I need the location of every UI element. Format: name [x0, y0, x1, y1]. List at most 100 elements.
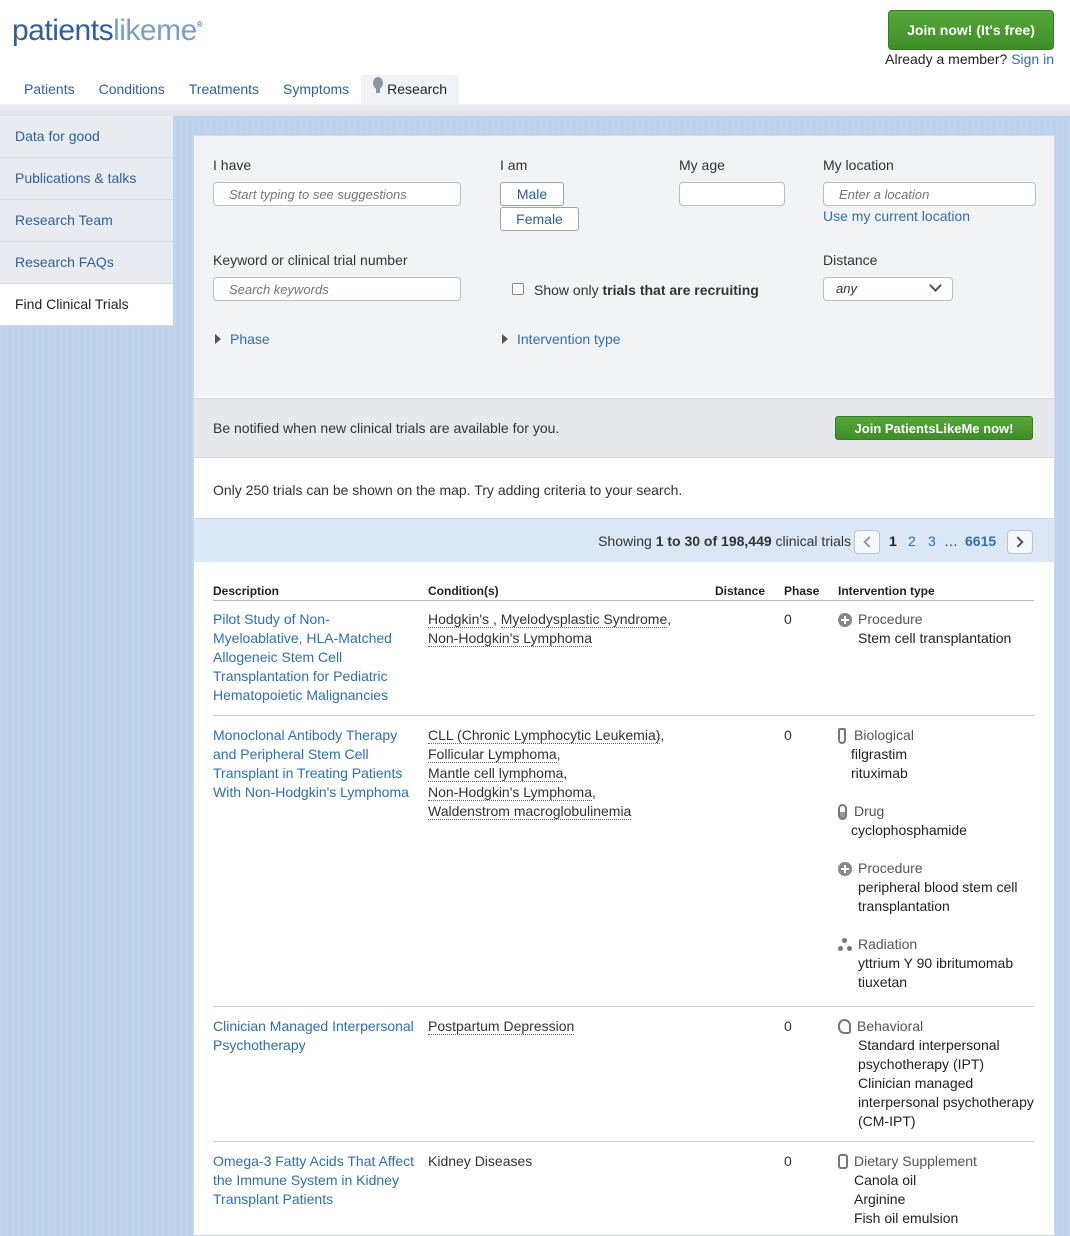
sidebar-item-research-team[interactable]: Research Team	[0, 200, 173, 242]
nav-underline	[0, 104, 1070, 116]
condition-link[interactable]: Follicular Lymphoma	[428, 746, 557, 763]
intervention-type: Dietary Supplement	[838, 1152, 1038, 1171]
keyword-input[interactable]	[213, 277, 461, 301]
member-prompt-text: Already a member?	[885, 51, 1008, 67]
condition-link[interactable]: Postpartum Depression	[428, 1018, 575, 1035]
results-count: Showing 1 to 30 of 198,449 clinical tria…	[598, 533, 851, 549]
trial-title-link[interactable]: Clinician Managed Interpersonal Psychoth…	[213, 1017, 418, 1055]
condition-link[interactable]: Myelodysplastic Syndrome	[500, 611, 668, 628]
intervention: Behavioral Standard interpersonal psycho…	[838, 1017, 1038, 1131]
notify-text: Be notified when new clinical trials are…	[213, 420, 560, 436]
intervention-name: Stem cell transplantation	[858, 630, 1012, 646]
intervention-name: rituximab	[851, 765, 908, 781]
recruiting-label-bold: trials that are recruiting	[602, 282, 759, 298]
radiation-icon	[838, 937, 852, 952]
join-patientslikeme-button[interactable]: Join PatientsLikeMe now!	[835, 416, 1033, 440]
next-page-button[interactable]	[1007, 530, 1033, 554]
site-header: patientslikeme® Join now! (It's free) Al…	[0, 0, 1070, 116]
search-filters: I have I am Male Female My age My locati…	[194, 136, 1054, 397]
condition-link[interactable]: Mantle cell lymphoma	[428, 765, 564, 782]
condition-link[interactable]: Hodgkin's	[428, 611, 493, 628]
chevron-left-icon	[863, 536, 875, 548]
sign-in-link[interactable]: Sign in	[1011, 51, 1054, 67]
table-row: Pilot Study of Non-Myeloablative, HLA-Ma…	[213, 610, 1034, 716]
intervention-type: Procedure	[838, 610, 1038, 629]
intervention-type-label: Procedure	[858, 611, 923, 627]
nav-treatments[interactable]: Treatments	[177, 75, 271, 105]
use-current-location-link[interactable]: Use my current location	[823, 208, 970, 224]
map-limit-note: Only 250 trials can be shown on the map.…	[213, 482, 683, 498]
recruiting-checkbox[interactable]	[512, 283, 524, 295]
intervention-type-toggle[interactable]: Intervention type	[502, 331, 621, 347]
recruiting-label[interactable]: Show only trials that are recruiting	[534, 282, 759, 298]
sidebar-item-find-clinical-trials[interactable]: Find Clinical Trials	[0, 284, 173, 326]
phase-cell: 0	[784, 1153, 792, 1169]
caret-right-icon	[215, 334, 221, 345]
intervention-name: Fish oil emulsion	[854, 1210, 959, 1226]
intervention-type: Drug	[838, 802, 1038, 821]
phase-toggle[interactable]: Phase	[215, 331, 270, 347]
intervention-type-label: Radiation	[858, 936, 918, 952]
condition-link[interactable]: CLL (Chronic Lymphocytic Leukemia)	[428, 727, 661, 744]
lightbulb-icon	[373, 77, 384, 93]
conditions-cell: Postpartum Depression	[428, 1017, 698, 1036]
nav-conditions[interactable]: Conditions	[87, 75, 177, 105]
vial-icon	[838, 727, 846, 744]
trial-title-link[interactable]: Omega-3 Fatty Acids That Affect the Immu…	[213, 1152, 418, 1209]
table-row: Omega-3 Fatty Acids That Affect the Immu…	[213, 1142, 1034, 1236]
pagination-bar: Showing 1 to 30 of 198,449 clinical tria…	[194, 518, 1054, 562]
intervention-name: yttrium Y 90 ibritumomab tiuxetan	[858, 955, 1014, 990]
sidebar-item-publications[interactable]: Publications & talks	[0, 158, 173, 200]
prev-page-button[interactable]	[854, 530, 880, 554]
condition-input[interactable]	[213, 182, 461, 206]
sidebar-item-research-faqs[interactable]: Research FAQs	[0, 242, 173, 284]
nav-research-label: Research	[387, 81, 448, 97]
nav-symptoms[interactable]: Symptoms	[271, 75, 361, 105]
intervention-name: Clinician managed interpersonal psychoth…	[858, 1075, 1034, 1129]
intervention-toggle-label: Intervention type	[517, 331, 621, 347]
conditions-cell: CLL (Chronic Lymphocytic Leukemia), Foll…	[428, 727, 665, 820]
results-range: 1 to 30 of 198,449	[655, 533, 772, 549]
intervention: Dietary Supplement Canola oil Arginine F…	[838, 1152, 1038, 1228]
table-row: Monoclonal Antibody Therapy and Peripher…	[213, 716, 1034, 1007]
age-input[interactable]	[679, 182, 785, 206]
location-input[interactable]	[823, 182, 1036, 206]
table-row: Clinician Managed Interpersonal Psychoth…	[213, 1007, 1034, 1142]
gender-female-button[interactable]: Female	[500, 207, 579, 231]
sidebar-item-data-for-good[interactable]: Data for good	[0, 116, 173, 158]
intervention-name: peripheral blood stem cell transplantati…	[858, 879, 1018, 914]
trial-title-link[interactable]: Monoclonal Antibody Therapy and Peripher…	[213, 726, 418, 802]
caret-right-icon	[502, 334, 508, 345]
condition-link[interactable]: Non-Hodgkin's Lymphoma	[428, 630, 593, 647]
conditions-cell: Hodgkin's , Myelodysplastic Syndrome, No…	[428, 611, 672, 647]
intervention: Radiation yttrium Y 90 ibritumomab tiuxe…	[838, 935, 1038, 992]
page-1[interactable]: 1	[889, 533, 897, 549]
interventions-cell: Procedure Stem cell transplantation	[838, 610, 1038, 667]
phase-cell: 0	[784, 611, 792, 627]
nav-patients[interactable]: Patients	[12, 75, 87, 105]
join-now-button[interactable]: Join now! (It's free)	[888, 10, 1054, 50]
distance-select[interactable]: any	[823, 277, 953, 301]
nav-research[interactable]: Research	[361, 75, 460, 105]
logo-registered-mark: ®	[196, 20, 203, 29]
page-3[interactable]: 3	[928, 533, 936, 549]
main-nav: Patients Conditions Treatments Symptoms …	[12, 75, 460, 105]
intervention: Biological filgrastim rituximab	[838, 726, 1038, 783]
trials-panel: I have I am Male Female My age My locati…	[193, 135, 1055, 1236]
page-last[interactable]: 6615	[965, 533, 996, 549]
condition-link[interactable]: Waldenstrom macroglobulinemia	[428, 803, 632, 820]
page-2[interactable]: 2	[908, 533, 916, 549]
logo-text-light: likeme	[113, 14, 197, 47]
chevron-down-icon	[929, 279, 942, 292]
condition-link[interactable]: Non-Hodgkin's Lymphoma	[428, 784, 593, 801]
distance-select-value: any	[836, 281, 857, 296]
col-header-phase: Phase	[784, 584, 820, 598]
trial-title-link[interactable]: Pilot Study of Non-Myeloablative, HLA-Ma…	[213, 610, 418, 705]
recruiting-label-prefix: Show only	[534, 282, 603, 298]
i-have-label: I have	[213, 157, 252, 173]
gender-male-button[interactable]: Male	[500, 182, 564, 206]
results-count-suffix: clinical trials	[771, 533, 851, 549]
logo[interactable]: patientslikeme®	[12, 14, 203, 48]
intervention-type: Procedure	[838, 859, 1038, 878]
chevron-right-icon	[1012, 536, 1024, 548]
